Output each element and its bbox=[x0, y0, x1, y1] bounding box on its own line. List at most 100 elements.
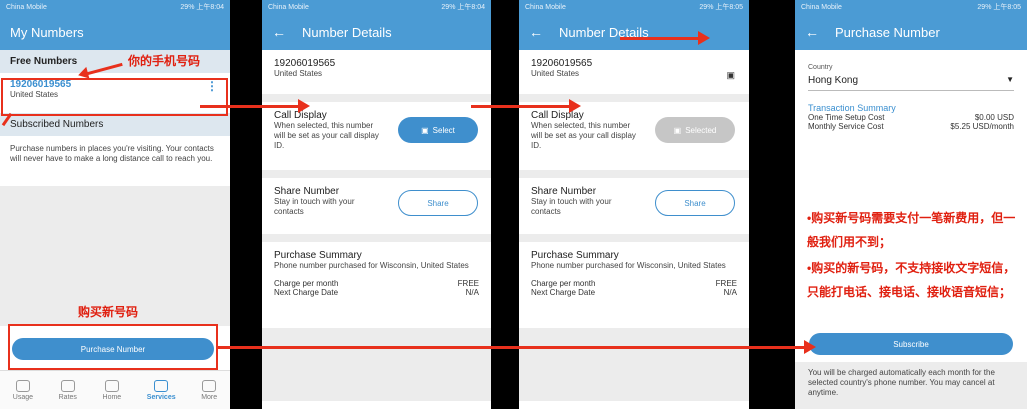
gauge-icon bbox=[15, 379, 30, 392]
next-charge-value: N/A bbox=[723, 288, 737, 297]
battery-label: 29% bbox=[977, 4, 992, 11]
number-country: United States bbox=[531, 69, 580, 78]
charge-value: FREE bbox=[715, 279, 737, 288]
phone-number: 19206019565 bbox=[531, 58, 593, 69]
annotation-buy-new: 购买新号码 bbox=[78, 305, 139, 319]
page-title: Number Details bbox=[302, 24, 392, 40]
tab-more[interactable]: More bbox=[201, 379, 218, 401]
divider bbox=[519, 94, 749, 102]
annotation-note-sms: •购买的新号码，不支持接收文字短信，只能打电话、接电话、接收语音短信； bbox=[807, 261, 1016, 299]
purchase-summary-body: Phone number purchased for Wisconsin, Un… bbox=[274, 261, 469, 270]
menu-icon bbox=[202, 379, 217, 392]
country-value: Hong Kong bbox=[808, 75, 859, 86]
share-body: Stay in touch with your contacts bbox=[274, 197, 355, 216]
divider bbox=[262, 234, 491, 242]
status-bar: China Mobile 29% 上午8:04 bbox=[262, 0, 491, 14]
billing-footer-note: You will be charged automatically each m… bbox=[808, 368, 995, 397]
page-title: My Numbers bbox=[10, 24, 84, 40]
status-bar: China Mobile 29% 上午8:05 bbox=[519, 0, 749, 14]
my-numbers-screen: China Mobile 29% 上午8:04 My Numbers Free … bbox=[0, 0, 230, 409]
carrier-label: China Mobile bbox=[6, 3, 47, 11]
setup-cost-label: One Time Setup Cost bbox=[808, 113, 885, 122]
monthly-cost-label: Monthly Service Cost bbox=[808, 122, 884, 131]
footer-note-area: You will be charged automatically each m… bbox=[795, 362, 1027, 409]
contact-card-icon: ▣ bbox=[673, 125, 682, 135]
app-bar: My Numbers bbox=[0, 14, 230, 50]
country-section: Country Hong Kong ▼ bbox=[795, 50, 1027, 91]
status-bar: China Mobile 29% 上午8:04 bbox=[0, 0, 230, 14]
charge-value: FREE bbox=[457, 279, 479, 288]
number-info: 19206019565 United States ▣ bbox=[519, 50, 749, 94]
share-button[interactable]: Share bbox=[655, 190, 735, 216]
app-bar: ← Number Details bbox=[262, 14, 491, 50]
charge-label: Charge per month bbox=[274, 279, 339, 288]
tab-more-label: More bbox=[201, 393, 218, 401]
charge-label: Charge per month bbox=[531, 279, 596, 288]
next-charge-label: Next Charge Date bbox=[531, 288, 596, 297]
share-button[interactable]: Share bbox=[398, 190, 478, 216]
back-arrow-icon[interactable]: ← bbox=[529, 24, 559, 40]
tab-home[interactable]: Home bbox=[102, 379, 122, 401]
tab-bar: Usage Rates Home Services More bbox=[0, 370, 230, 409]
share-section: Share Number Stay in touch with your con… bbox=[519, 178, 749, 234]
purchase-number-screen: China Mobile 29% 上午8:05 ← Purchase Numbe… bbox=[795, 0, 1027, 409]
tab-rates[interactable]: Rates bbox=[58, 379, 77, 401]
tab-services-label: Services bbox=[146, 393, 176, 401]
annotation-arrow-head bbox=[569, 99, 581, 113]
tab-rates-label: Rates bbox=[58, 393, 77, 401]
back-arrow-icon[interactable]: ← bbox=[805, 24, 835, 40]
annotation-arrow-head bbox=[804, 340, 816, 354]
highlight-box bbox=[8, 324, 218, 370]
basket-icon bbox=[154, 379, 169, 392]
annotation-arrow bbox=[218, 346, 806, 349]
next-charge-label: Next Charge Date bbox=[274, 288, 339, 297]
contact-card-icon: ▣ bbox=[421, 125, 429, 135]
selected-button-label: Selected bbox=[685, 125, 717, 135]
annotation-arrow bbox=[200, 105, 300, 108]
tab-usage-label: Usage bbox=[12, 393, 34, 401]
carrier-label: China Mobile bbox=[801, 3, 842, 11]
next-charge-value: N/A bbox=[465, 288, 479, 297]
purchase-summary-body: Phone number purchased for Wisconsin, Un… bbox=[531, 261, 726, 270]
purchase-summary-section: Purchase Summary Phone number purchased … bbox=[519, 242, 749, 328]
tab-services[interactable]: Services bbox=[146, 379, 176, 401]
transaction-summary: Transaction Summary One Time Setup Cost $… bbox=[795, 91, 1027, 131]
share-body: Stay in touch with your contacts bbox=[531, 197, 612, 216]
status-bar: China Mobile 29% 上午8:05 bbox=[795, 0, 1027, 14]
tab-usage[interactable]: Usage bbox=[12, 379, 34, 401]
annotation-arrow bbox=[620, 37, 700, 40]
select-button-label: Select bbox=[432, 125, 455, 135]
subscribe-button[interactable]: Subscribe bbox=[809, 333, 1013, 355]
call-display-section: Call Display When selected, this number … bbox=[262, 102, 491, 170]
annotation-your-number: 你的手机号码 bbox=[128, 54, 201, 68]
annotation-arrow bbox=[471, 105, 571, 108]
select-button[interactable]: ▣ Select bbox=[398, 117, 478, 143]
divider bbox=[262, 94, 491, 102]
divider bbox=[262, 170, 491, 178]
divider bbox=[519, 234, 749, 242]
carrier-label: China Mobile bbox=[525, 3, 566, 11]
divider bbox=[519, 170, 749, 178]
country-label: Country bbox=[808, 64, 833, 71]
time-label: 上午8:05 bbox=[993, 4, 1021, 11]
transaction-summary-title: Transaction Summary bbox=[808, 103, 896, 113]
dropdown-arrow-icon: ▼ bbox=[1006, 75, 1014, 84]
annotation-arrow-head bbox=[698, 31, 710, 45]
country-select[interactable]: Hong Kong ▼ bbox=[808, 71, 1014, 91]
time-label: 上午8:04 bbox=[457, 4, 485, 11]
annotation-arrow-head bbox=[298, 99, 310, 113]
app-bar: ← Number Details bbox=[519, 14, 749, 50]
purchase-summary-title: Purchase Summary bbox=[274, 250, 362, 261]
selected-button[interactable]: ▣ Selected bbox=[655, 117, 735, 143]
battery-label: 29% bbox=[699, 4, 714, 11]
page-title: Purchase Number bbox=[835, 24, 940, 40]
battery-label: 29% bbox=[441, 4, 456, 11]
tab-home-label: Home bbox=[102, 393, 122, 401]
number-country: United States bbox=[274, 69, 323, 78]
number-info: 19206019565 United States bbox=[262, 50, 491, 94]
back-arrow-icon[interactable]: ← bbox=[272, 24, 302, 40]
battery-label: 29% bbox=[180, 4, 195, 11]
monthly-cost-value: $5.25 USD/month bbox=[950, 122, 1014, 131]
setup-cost-value: $0.00 USD bbox=[974, 113, 1014, 122]
carrier-label: China Mobile bbox=[268, 3, 309, 11]
